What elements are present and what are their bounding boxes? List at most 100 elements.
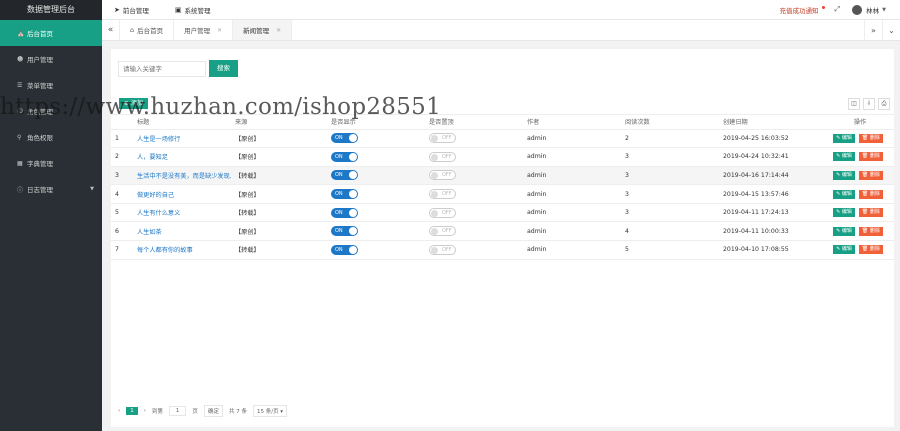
username[interactable]: 林林 [866,5,879,15]
news-title-link[interactable]: 每个人都有你的故事 [133,240,231,260]
news-author: admin [523,129,621,149]
page-current[interactable]: 1 [126,407,138,415]
table-row[interactable]: 5 人生有什么意义 【转载】 ON OFF admin 3 2019-04-11… [111,203,894,223]
delete-button[interactable]: 🗑 删除 [858,208,883,218]
news-title-link[interactable]: 生活中不是没有美，而是缺少发现… [133,166,231,186]
sidebar-item-logs[interactable]: ⓘ 日志管理 ▼ [0,176,102,202]
chevron-down-icon[interactable]: ▼ [882,7,886,13]
table-row[interactable]: 3 生活中不是没有美，而是缺少发现… 【转载】 ON OFF admin 3 2… [111,166,894,186]
top-toggle[interactable]: OFF [429,170,456,181]
row-index: 2 [111,147,133,167]
avatar[interactable] [852,4,863,15]
news-title-link[interactable]: 人生有什么意义 [133,203,231,223]
top-toggle[interactable]: OFF [429,189,456,200]
goto-confirm-button[interactable]: 确定 [203,405,223,417]
news-date: 2019-04-25 16:03:52 [719,129,822,149]
delete-label: 删除 [869,209,880,216]
news-table: 标题 来源 是否显示 是否置顶 作者 阅读次数 创建日期 操作 1 人生是一场修… [111,115,894,260]
grid-icon: ▦ [17,159,23,167]
top-toggle[interactable]: OFF [429,133,456,144]
sidebar-item-permissions[interactable]: ⚲ 角色权限 [0,124,102,150]
page-size-value: 15 条/页 [256,409,279,415]
chevron-down-icon[interactable]: ⌄ [882,20,900,40]
close-icon[interactable]: ✕ [217,27,222,34]
next-page-icon[interactable]: › [144,408,146,414]
tab-news[interactable]: 新闻管理 ✕ [233,20,293,40]
goto-input[interactable]: 1 [168,406,187,416]
news-views: 5 [621,240,719,260]
sidebar-item-home[interactable]: ⛪ 后台首页 [0,20,102,46]
edit-button[interactable]: ✎ 编辑 [833,133,855,143]
tabs-scroll-left-icon[interactable]: « [102,20,120,40]
column-header[interactable]: 作者 [523,115,621,130]
edit-label: 编辑 [841,227,852,234]
tabs-scroll-right-icon[interactable]: » [864,20,882,40]
top-toggle[interactable]: OFF [429,244,456,255]
delete-button[interactable]: 🗑 删除 [858,152,883,162]
news-date: 2019-04-11 10:00:33 [719,221,822,242]
users-icon: ☻ [17,55,24,63]
notice-link[interactable]: 充值成功通知 [780,5,819,15]
tab-home[interactable]: ⌂ 后台首页 [120,20,175,40]
show-toggle[interactable]: ON [331,226,358,237]
columns-icon[interactable]: ◫ [848,97,860,110]
top-toggle[interactable]: OFF [429,226,456,237]
column-header[interactable]: 阅读次数 [621,115,719,130]
table-row[interactable]: 4 做更好的自己 【原创】 ON OFF admin 3 2019-04-15 … [111,184,894,204]
fullscreen-icon[interactable]: ⤢ [835,5,841,14]
edit-label: 编辑 [841,209,852,216]
news-views: 3 [621,147,719,167]
news-title-link[interactable]: 人，要知足 [133,147,231,167]
show-toggle[interactable]: ON [331,133,358,144]
delete-button[interactable]: 🗑 删除 [858,245,883,255]
table-row[interactable]: 2 人，要知足 【原创】 ON OFF admin 3 2019-04-24 1… [111,147,894,167]
edit-button[interactable]: ✎ 编辑 [833,226,855,236]
delete-button[interactable]: 🗑 删除 [858,170,883,180]
edit-button[interactable]: ✎ 编辑 [833,189,855,199]
edit-button[interactable]: ✎ 编辑 [833,245,855,255]
top-toggle[interactable]: OFF [429,207,456,218]
prev-page-icon[interactable]: ‹ [118,408,120,414]
news-date: 2019-04-16 17:14:44 [719,166,822,186]
export-icon[interactable]: ⇩ [863,97,875,110]
page-unit: 页 [192,409,198,415]
send-icon: ➤ [114,5,120,14]
search-button[interactable]: 搜索 [209,60,238,77]
table-row[interactable]: 1 人生是一场修行 【原创】 ON OFF admin 2 2019-04-25… [111,129,894,149]
show-toggle[interactable]: ON [331,244,358,255]
close-icon[interactable]: ✕ [276,27,281,34]
delete-button[interactable]: 🗑 删除 [858,189,883,199]
news-title-link[interactable]: 人生是一场修行 [133,129,231,149]
edit-button[interactable]: ✎ 编辑 [833,152,855,162]
news-title-link[interactable]: 做更好的自己 [133,184,231,204]
sidebar-item-dictionary[interactable]: ▦ 字典管理 [0,150,102,176]
show-toggle[interactable]: ON [331,207,358,218]
top-toggle[interactable]: OFF [429,151,456,162]
table-row[interactable]: 7 每个人都有你的故事 【转载】 ON OFF admin 5 2019-04-… [111,240,894,260]
show-toggle[interactable]: ON [331,189,358,200]
delete-button[interactable]: 🗑 删除 [858,226,883,236]
news-title-link[interactable]: 人生如茶 [133,221,231,242]
table-row[interactable]: 6 人生如茶 【原创】 ON OFF admin 4 2019-04-11 10… [111,221,894,242]
row-index: 1 [111,129,133,149]
top-link-frontend[interactable]: ➤ 前台管理 [114,5,149,15]
column-header[interactable]: 创建日期 [719,115,822,130]
sidebar-item-users[interactable]: ☻ 用户管理 [0,46,102,72]
show-toggle[interactable]: ON [331,170,358,181]
top-link-label: 系统管理 [184,6,211,15]
edit-button[interactable]: ✎ 编辑 [833,208,855,218]
delete-label: 删除 [869,246,880,253]
edit-button[interactable]: ✎ 编辑 [833,170,855,180]
page-size-select[interactable]: 15 条/页 ▾ [252,405,288,417]
top-link-label: 前台管理 [122,6,149,15]
top-bar: ➤ 前台管理 ▣ 系统管理 充值成功通知 ⤢ 林林 ▼ [102,0,900,20]
top-link-system[interactable]: ▣ 系统管理 [175,5,211,15]
sidebar: 数据管理后台 ⛪ 后台首页 ☻ 用户管理 ☰ 菜单管理 ☺ 角色管理 ⚲ 角色权… [0,0,102,431]
delete-button[interactable]: 🗑 删除 [858,133,883,143]
row-index: 6 [111,221,133,242]
delete-label: 删除 [869,134,880,141]
search-input[interactable] [118,60,206,77]
print-icon[interactable]: ⎙ [878,97,890,110]
show-toggle[interactable]: ON [331,151,358,162]
tab-users[interactable]: 用户管理 ✕ [174,20,234,40]
